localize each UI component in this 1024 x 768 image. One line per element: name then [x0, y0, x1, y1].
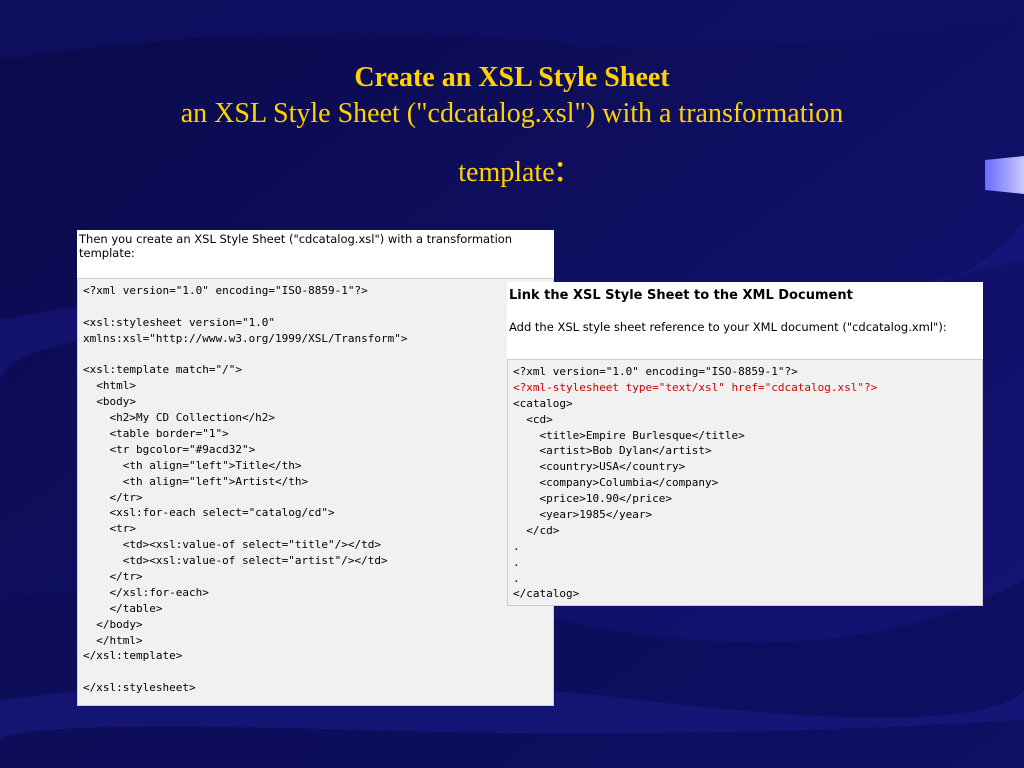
code-line: <?xml version="1.0" encoding="ISO-8859-1…: [513, 365, 798, 378]
code-line: <price>10.90</price>: [513, 492, 672, 506]
code-line: </body>: [83, 617, 143, 631]
xsl-code-block: <?xml version="1.0" encoding="ISO-8859-1…: [77, 278, 554, 706]
xsl-intro-text: Then you create an XSL Style Sheet ("cdc…: [79, 232, 513, 260]
code-line: <catalog>: [513, 396, 573, 410]
code-line: <tr>: [83, 522, 136, 536]
code-line: <html>: [83, 379, 136, 393]
subtitle-colon: :: [554, 145, 566, 190]
code-line: </tr>: [83, 570, 143, 584]
slide-title: Create an XSL Style Sheet: [354, 62, 670, 93]
code-line: </tr>: [83, 490, 143, 504]
code-line: <tr bgcolor="#9acd32">: [83, 442, 256, 456]
code-line: <table border="1">: [83, 427, 229, 441]
stylesheet-reference-line: <?xml-stylesheet type="text/xsl" href="c…: [513, 380, 878, 394]
code-line: <xsl:stylesheet version="1.0": [83, 315, 276, 329]
slide-subtitle-line2: template:: [0, 148, 1024, 191]
code-line: <artist>Bob Dylan</artist>: [513, 444, 712, 458]
code-line: </table>: [83, 601, 163, 615]
code-line: <?xml version="1.0" encoding="ISO-8859-1…: [83, 284, 368, 297]
code-line: <cd>: [513, 412, 553, 426]
code-line: <title>Empire Burlesque</title>: [513, 428, 745, 442]
code-line: xmlns:xsl="http://www.w3.org/1999/XSL/Tr…: [83, 331, 408, 345]
xml-intro-text: Add the XSL style sheet reference to you…: [509, 320, 947, 334]
code-line: .: [513, 539, 520, 553]
code-line: </xsl:stylesheet>: [83, 681, 196, 695]
xsl-screenshot-panel: Then you create an XSL Style Sheet ("cdc…: [77, 230, 554, 706]
code-line: <xsl:for-each select="catalog/cd">: [83, 506, 335, 520]
code-line: </html>: [83, 633, 143, 647]
code-line: <year>1985</year>: [513, 508, 653, 522]
code-line: <td><xsl:value-of select="artist"/></td>: [83, 554, 388, 568]
xml-link-heading: Link the XSL Style Sheet to the XML Docu…: [509, 288, 853, 303]
code-line: .: [513, 571, 520, 585]
code-line: </xsl:for-each>: [83, 585, 209, 599]
code-line: <th align="left">Artist</th>: [83, 474, 309, 488]
code-line: <country>USA</country>: [513, 460, 686, 474]
code-line: .: [513, 555, 520, 569]
xml-code-block: <?xml version="1.0" encoding="ISO-8859-1…: [507, 359, 983, 606]
code-line: <xsl:template match="/">: [83, 363, 242, 377]
code-line: <h2>My CD Collection</h2>: [83, 411, 276, 425]
code-line: <company>Columbia</company>: [513, 476, 719, 490]
code-line: </catalog>: [513, 587, 580, 601]
code-line: </cd>: [513, 523, 560, 537]
xml-screenshot-panel: Link the XSL Style Sheet to the XML Docu…: [507, 282, 983, 606]
slide-title-block: Create an XSL Style Sheet an XSL Style S…: [0, 60, 1024, 191]
code-line: </xsl:template>: [83, 649, 183, 663]
code-line: <th align="left">Title</th>: [83, 458, 302, 472]
subtitle-word: template: [458, 157, 555, 188]
code-line: <td><xsl:value-of select="title"/></td>: [83, 538, 382, 552]
slide-subtitle-line1: an XSL Style Sheet ("cdcatalog.xsl") wit…: [180, 98, 844, 129]
code-line: <body>: [83, 395, 136, 409]
